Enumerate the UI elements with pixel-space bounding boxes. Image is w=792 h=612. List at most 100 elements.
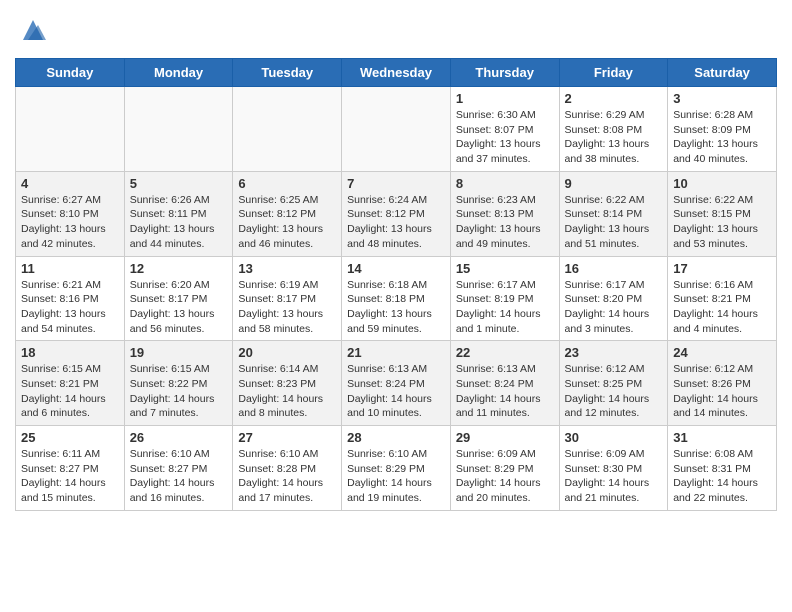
- day-number: 13: [238, 261, 336, 276]
- calendar-day-cell: 7Sunrise: 6:24 AM Sunset: 8:12 PM Daylig…: [342, 171, 451, 256]
- day-info: Sunrise: 6:12 AM Sunset: 8:26 PM Dayligh…: [673, 362, 771, 421]
- calendar-weekday-header: Monday: [124, 59, 233, 87]
- day-info: Sunrise: 6:16 AM Sunset: 8:21 PM Dayligh…: [673, 278, 771, 337]
- day-info: Sunrise: 6:22 AM Sunset: 8:14 PM Dayligh…: [565, 193, 663, 252]
- calendar-week-row: 25 Sunrise: 6:11 AM Sunset: 8:27 PM Dayli…: [16, 426, 777, 511]
- day-info: Sunrise: 6:29 AM Sunset: 8:08 PM Dayligh…: [565, 108, 663, 167]
- day-number: 20: [238, 345, 336, 360]
- calendar-day-cell: 19 Sunrise: 6:15 AM Sunset: 8:22 PM Dayli…: [124, 341, 233, 426]
- day-info: Sunrise: 6:21 AM Sunset: 8:16 PM Dayligh…: [21, 278, 119, 337]
- day-number: 27: [238, 430, 336, 445]
- day-info: Sunrise: 6:17 AM Sunset: 8:19 PM Dayligh…: [456, 278, 554, 337]
- day-number: 15: [456, 261, 554, 276]
- day-info: Sunrise: 6:13 AM Sunset: 8:24 PM Dayligh…: [347, 362, 445, 421]
- calendar-day-cell: 24 Sunrise: 6:12 AM Sunset: 8:26 PM Dayli…: [668, 341, 777, 426]
- day-info: Sunrise: 6:10 AM Sunset: 8:29 PM Dayligh…: [347, 447, 445, 506]
- day-number: 3: [673, 91, 771, 106]
- day-number: 22: [456, 345, 554, 360]
- day-info: Sunrise: 6:23 AM Sunset: 8:13 PM Dayligh…: [456, 193, 554, 252]
- calendar-day-cell: 2 Sunrise: 6:29 AM Sunset: 8:08 PM Daylig…: [559, 87, 668, 172]
- day-number: 4: [21, 176, 119, 191]
- calendar-day-cell: [233, 87, 342, 172]
- day-number: 1: [456, 91, 554, 106]
- calendar-day-cell: 6 Sunrise: 6:25 AM Sunset: 8:12 PM Daylig…: [233, 171, 342, 256]
- day-info: Sunrise: 6:30 AM Sunset: 8:07 PM Dayligh…: [456, 108, 554, 167]
- day-number: 26: [130, 430, 228, 445]
- calendar-day-cell: 17Sunrise: 6:16 AM Sunset: 8:21 PM Dayli…: [668, 256, 777, 341]
- day-info: Sunrise: 6:09 AM Sunset: 8:30 PM Dayligh…: [565, 447, 663, 506]
- day-info: Sunrise: 6:24 AM Sunset: 8:12 PM Dayligh…: [347, 193, 445, 252]
- day-number: 25: [21, 430, 119, 445]
- calendar-day-cell: [342, 87, 451, 172]
- calendar-day-cell: 3 Sunrise: 6:28 AM Sunset: 8:09 PM Daylig…: [668, 87, 777, 172]
- calendar-day-cell: 31 Sunrise: 6:08 AM Sunset: 8:31 PM Dayli…: [668, 426, 777, 511]
- calendar-weekday-header: Friday: [559, 59, 668, 87]
- day-number: 10: [673, 176, 771, 191]
- day-number: 29: [456, 430, 554, 445]
- calendar-day-cell: [124, 87, 233, 172]
- day-info: Sunrise: 6:19 AM Sunset: 8:17 PM Dayligh…: [238, 278, 336, 337]
- day-number: 14: [347, 261, 445, 276]
- day-info: Sunrise: 6:27 AM Sunset: 8:10 PM Dayligh…: [21, 193, 119, 252]
- calendar-weekday-header: Wednesday: [342, 59, 451, 87]
- calendar-day-cell: 27Sunrise: 6:10 AM Sunset: 8:28 PM Dayli…: [233, 426, 342, 511]
- day-number: 24: [673, 345, 771, 360]
- day-info: Sunrise: 6:20 AM Sunset: 8:17 PM Dayligh…: [130, 278, 228, 337]
- day-number: 6: [238, 176, 336, 191]
- day-info: Sunrise: 6:14 AM Sunset: 8:23 PM Dayligh…: [238, 362, 336, 421]
- calendar-day-cell: 21Sunrise: 6:13 AM Sunset: 8:24 PM Dayli…: [342, 341, 451, 426]
- calendar-week-row: 18Sunrise: 6:15 AM Sunset: 8:21 PM Dayli…: [16, 341, 777, 426]
- day-number: 5: [130, 176, 228, 191]
- calendar-weekday-header: Tuesday: [233, 59, 342, 87]
- calendar-day-cell: 1 Sunrise: 6:30 AM Sunset: 8:07 PM Daylig…: [450, 87, 559, 172]
- day-info: Sunrise: 6:10 AM Sunset: 8:27 PM Dayligh…: [130, 447, 228, 506]
- day-number: 8: [456, 176, 554, 191]
- calendar-day-cell: [16, 87, 125, 172]
- calendar-day-cell: 28Sunrise: 6:10 AM Sunset: 8:29 PM Dayli…: [342, 426, 451, 511]
- calendar-day-cell: 30 Sunrise: 6:09 AM Sunset: 8:30 PM Dayli…: [559, 426, 668, 511]
- day-info: Sunrise: 6:12 AM Sunset: 8:25 PM Dayligh…: [565, 362, 663, 421]
- calendar-header-row: SundayMondayTuesdayWednesdayThursdayFrid…: [16, 59, 777, 87]
- calendar-day-cell: 4 Sunrise: 6:27 AM Sunset: 8:10 PM Daylig…: [16, 171, 125, 256]
- calendar-day-cell: 22 Sunrise: 6:13 AM Sunset: 8:24 PM Dayli…: [450, 341, 559, 426]
- calendar-day-cell: 12 Sunrise: 6:20 AM Sunset: 8:17 PM Dayli…: [124, 256, 233, 341]
- day-info: Sunrise: 6:22 AM Sunset: 8:15 PM Dayligh…: [673, 193, 771, 252]
- calendar-day-cell: 9 Sunrise: 6:22 AM Sunset: 8:14 PM Daylig…: [559, 171, 668, 256]
- day-number: 19: [130, 345, 228, 360]
- calendar-day-cell: 14Sunrise: 6:18 AM Sunset: 8:18 PM Dayli…: [342, 256, 451, 341]
- day-number: 30: [565, 430, 663, 445]
- day-number: 18: [21, 345, 119, 360]
- day-info: Sunrise: 6:08 AM Sunset: 8:31 PM Dayligh…: [673, 447, 771, 506]
- calendar-day-cell: 15 Sunrise: 6:17 AM Sunset: 8:19 PM Dayli…: [450, 256, 559, 341]
- calendar-table: SundayMondayTuesdayWednesdayThursdayFrid…: [15, 58, 777, 511]
- day-info: Sunrise: 6:09 AM Sunset: 8:29 PM Dayligh…: [456, 447, 554, 506]
- logo-icon: [18, 15, 48, 45]
- day-number: 16: [565, 261, 663, 276]
- calendar-day-cell: 18Sunrise: 6:15 AM Sunset: 8:21 PM Dayli…: [16, 341, 125, 426]
- calendar-weekday-header: Saturday: [668, 59, 777, 87]
- calendar-week-row: 1 Sunrise: 6:30 AM Sunset: 8:07 PM Daylig…: [16, 87, 777, 172]
- day-number: 11: [21, 261, 119, 276]
- day-info: Sunrise: 6:28 AM Sunset: 8:09 PM Dayligh…: [673, 108, 771, 167]
- day-number: 31: [673, 430, 771, 445]
- calendar-day-cell: 5Sunrise: 6:26 AM Sunset: 8:11 PM Daylig…: [124, 171, 233, 256]
- day-info: Sunrise: 6:25 AM Sunset: 8:12 PM Dayligh…: [238, 193, 336, 252]
- day-number: 2: [565, 91, 663, 106]
- calendar-day-cell: 16 Sunrise: 6:17 AM Sunset: 8:20 PM Dayli…: [559, 256, 668, 341]
- day-info: Sunrise: 6:15 AM Sunset: 8:22 PM Dayligh…: [130, 362, 228, 421]
- page-header: [15, 10, 777, 50]
- calendar-day-cell: 26 Sunrise: 6:10 AM Sunset: 8:27 PM Dayli…: [124, 426, 233, 511]
- day-number: 9: [565, 176, 663, 191]
- day-info: Sunrise: 6:13 AM Sunset: 8:24 PM Dayligh…: [456, 362, 554, 421]
- calendar-day-cell: 11 Sunrise: 6:21 AM Sunset: 8:16 PM Dayli…: [16, 256, 125, 341]
- day-info: Sunrise: 6:11 AM Sunset: 8:27 PM Dayligh…: [21, 447, 119, 506]
- calendar-day-cell: 20 Sunrise: 6:14 AM Sunset: 8:23 PM Dayli…: [233, 341, 342, 426]
- calendar-day-cell: 8 Sunrise: 6:23 AM Sunset: 8:13 PM Daylig…: [450, 171, 559, 256]
- calendar-week-row: 4 Sunrise: 6:27 AM Sunset: 8:10 PM Daylig…: [16, 171, 777, 256]
- calendar-day-cell: 25 Sunrise: 6:11 AM Sunset: 8:27 PM Dayli…: [16, 426, 125, 511]
- calendar-day-cell: 29 Sunrise: 6:09 AM Sunset: 8:29 PM Dayli…: [450, 426, 559, 511]
- calendar-weekday-header: Sunday: [16, 59, 125, 87]
- day-info: Sunrise: 6:17 AM Sunset: 8:20 PM Dayligh…: [565, 278, 663, 337]
- logo: [15, 15, 48, 50]
- day-number: 12: [130, 261, 228, 276]
